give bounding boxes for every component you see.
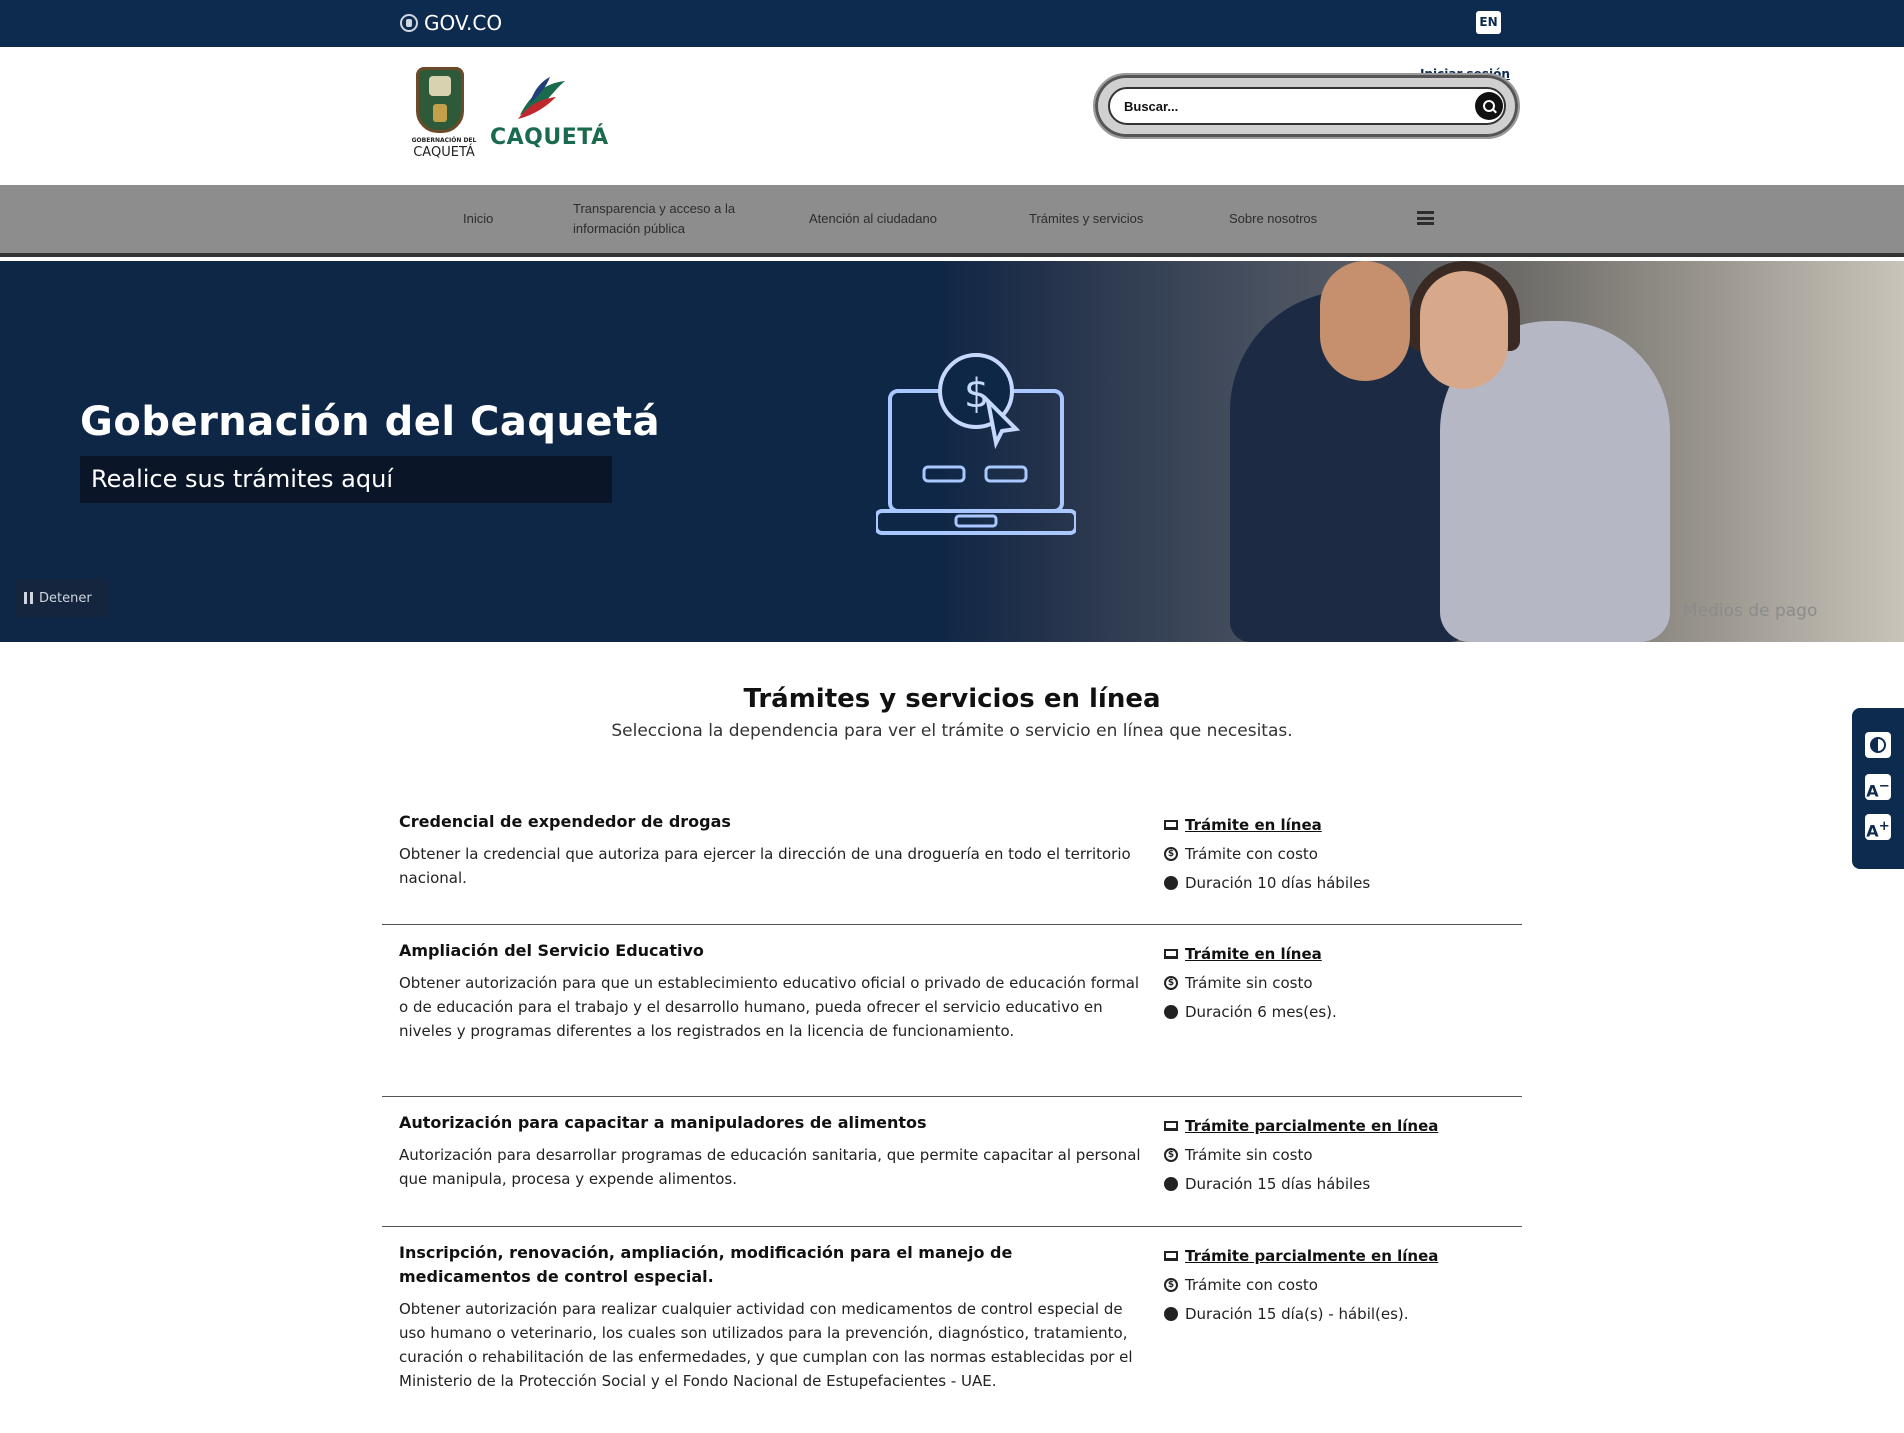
tramite-meta: Trámite en línea $ Trámite con costo Dura… (1164, 810, 1370, 897)
tramite-description: Obtener autorización para que un estable… (399, 974, 1140, 1040)
tramite-duration: Duración 6 mes(es). (1185, 1002, 1337, 1021)
search-input[interactable] (1108, 87, 1506, 125)
tramite-cost: Trámite con costo (1185, 1275, 1318, 1294)
tramite-name[interactable]: Autorización para capacitar a manipulado… (399, 1111, 1139, 1135)
section-subtitle: Selecciona la dependencia para ver el tr… (611, 721, 1293, 741)
laptop-icon (1164, 948, 1178, 959)
gov-shield-icon (400, 14, 418, 32)
hero-banner: $ Gobernación del Caquetá Realice sus tr… (0, 261, 1904, 642)
gov-top-bar: GOV.CO EN (0, 0, 1904, 47)
list-item: Credencial de expendedor de drogas Obten… (382, 800, 1522, 925)
hero-subtitle: Realice sus trámites aquí (91, 465, 394, 493)
tramite-description: Obtener autorización para realizar cualq… (399, 1300, 1133, 1390)
tramite-mode-link[interactable]: Trámite en línea (1185, 816, 1322, 834)
contrast-icon[interactable] (1865, 732, 1891, 758)
laptop-icon (1164, 819, 1178, 830)
tramite-name[interactable]: Inscripción, renovación, ampliación, mod… (399, 1241, 1139, 1289)
list-item: Ampliación del Servicio Educativo Obtene… (382, 925, 1522, 1097)
tramite-meta: Trámite en línea $ Trámite sin costo Dura… (1164, 939, 1337, 1026)
hero-person-man-head (1320, 261, 1410, 381)
laptop-icon (1164, 1250, 1178, 1261)
tramite-meta: Trámite parcialmente en línea $ Trámite c… (1164, 1241, 1438, 1328)
increase-font-button[interactable]: A+ (1865, 814, 1891, 840)
clock-icon (1164, 1004, 1178, 1019)
tramite-cost: Trámite con costo (1185, 844, 1318, 863)
laptop-icon (1164, 1120, 1178, 1131)
laptop-payment-icon: $ (876, 353, 1076, 535)
tramite-meta: Trámite parcialmente en línea $ Trámite s… (1164, 1111, 1438, 1198)
carousel-pause-button[interactable]: Detener (16, 579, 108, 617)
tramite-description: Obtener la credencial que autoriza para … (399, 845, 1131, 887)
language-toggle-button[interactable]: EN (1476, 11, 1501, 34)
tramite-duration: Duración 15 día(s) - hábil(es). (1185, 1304, 1409, 1323)
cost-icon: $ (1164, 1277, 1178, 1292)
search-box (1093, 73, 1520, 139)
accessibility-panel: A− A+ (1852, 708, 1904, 869)
nav-item-transparencia[interactable]: Transparencia y acceso a la información … (573, 185, 743, 253)
clock-icon (1164, 1176, 1178, 1191)
hero-title: Gobernación del Caquetá (80, 399, 661, 445)
clock-icon (1164, 875, 1178, 890)
cost-icon: $ (1164, 975, 1178, 990)
nav-item-atencion[interactable]: Atención al ciudadano (809, 185, 937, 253)
tramite-mode-link[interactable]: Trámite en línea (1185, 945, 1322, 963)
tramite-mode-link[interactable]: Trámite parcialmente en línea (1185, 1117, 1438, 1135)
caqueta-brand-logo[interactable]: CAQUETÁ (488, 75, 608, 155)
tramite-description: Autorización para desarrollar programas … (399, 1146, 1141, 1188)
logo1-small-text: GOBERNACIÓN DEL (411, 137, 477, 144)
tramite-duration: Duración 15 días hábiles (1185, 1174, 1371, 1193)
gov-co-logo[interactable]: GOV.CO (400, 11, 502, 35)
gobernacion-logo[interactable]: GOBERNACIÓN DEL CAQUETÁ (404, 65, 476, 160)
tramite-duration: Duración 10 días hábiles (1185, 873, 1371, 892)
nav-item-sobre-nosotros[interactable]: Sobre nosotros (1229, 185, 1317, 253)
nav-item-tramites[interactable]: Trámites y servicios (1029, 185, 1143, 253)
search-icon[interactable] (1475, 92, 1503, 120)
tramite-cost: Trámite sin costo (1185, 1145, 1313, 1164)
decrease-font-button[interactable]: A− (1865, 774, 1891, 800)
slide-caption[interactable]: Medios de pago (1683, 601, 1817, 621)
tramite-name[interactable]: Ampliación del Servicio Educativo (399, 939, 1139, 963)
site-header: GOBERNACIÓN DEL CAQUETÁ CAQUETÁ Iniciar … (0, 47, 1904, 185)
tramite-name[interactable]: Credencial de expendedor de drogas (399, 810, 1139, 834)
cost-icon: $ (1164, 1147, 1178, 1162)
hamburger-menu-icon[interactable] (1417, 211, 1434, 225)
hero-person-woman-head (1420, 271, 1508, 389)
bird-icon (518, 77, 565, 119)
cost-icon: $ (1164, 846, 1178, 861)
logo1-big-text: CAQUETÁ (413, 145, 475, 160)
hero-subtitle-box: Realice sus trámites aquí (80, 456, 612, 503)
font-up-label: A (1866, 821, 1879, 841)
list-item: Inscripción, renovación, ampliación, mod… (382, 1227, 1522, 1427)
main-navigation: Inicio Transparencia y acceso a la infor… (0, 185, 1904, 257)
nav-item-inicio[interactable]: Inicio (463, 185, 493, 253)
pause-label: Detener (39, 590, 92, 606)
tramite-cost: Trámite sin costo (1185, 973, 1313, 992)
logo2-word: CAQUETÁ (490, 125, 609, 150)
coat-of-arms-icon (416, 67, 464, 133)
clock-icon (1164, 1306, 1178, 1321)
pause-icon (24, 592, 33, 604)
tramite-mode-link[interactable]: Trámite parcialmente en línea (1185, 1247, 1438, 1265)
font-down-label: A (1866, 781, 1879, 801)
list-item: Autorización para capacitar a manipulado… (382, 1097, 1522, 1227)
svg-text:$: $ (964, 371, 989, 417)
gov-co-label: GOV.CO (424, 11, 503, 35)
section-title: Trámites y servicios en línea (743, 684, 1161, 714)
